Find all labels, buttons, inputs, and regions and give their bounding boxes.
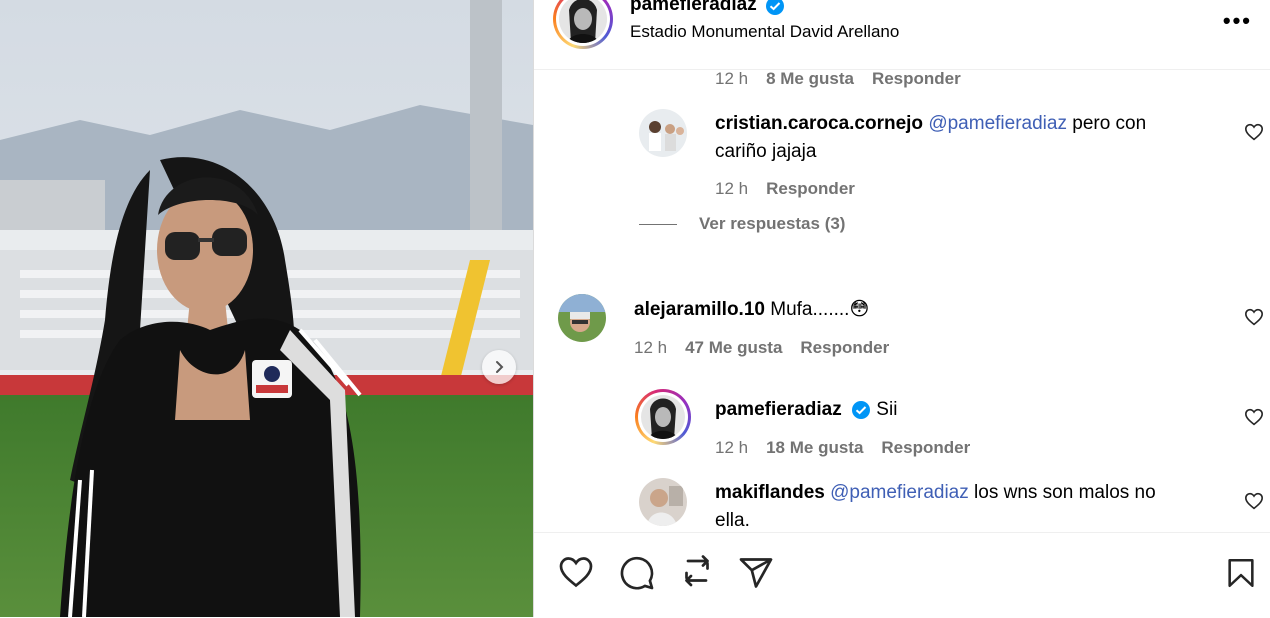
verified-badge-icon: [852, 400, 871, 419]
author-username[interactable]: pamefieradiaz: [630, 0, 757, 15]
post-photo: [0, 0, 533, 617]
comment-likes[interactable]: 8 Me gusta: [766, 69, 854, 89]
commenter-avatar: [641, 395, 685, 439]
reply-button[interactable]: Responder: [766, 179, 855, 199]
more-options-button[interactable]: •••: [1223, 8, 1252, 34]
comment-meta: 12 h 8 Me gusta Responder: [715, 69, 961, 89]
share-icon[interactable]: [738, 555, 774, 591]
commenter-avatar-ring[interactable]: [635, 389, 691, 445]
replies-divider-line: [639, 223, 677, 225]
flushed-emoji: 😳: [849, 299, 870, 320]
comment-time: 12 h: [634, 338, 668, 357]
chevron-right-icon: [496, 361, 504, 373]
repost-icon[interactable]: [679, 555, 715, 591]
reply-button[interactable]: Responder: [800, 338, 889, 358]
comment-time: 12 h: [715, 438, 749, 457]
like-comment-heart-icon[interactable]: [1244, 408, 1264, 426]
commenter-username[interactable]: cristian.caroca.cornejo: [715, 113, 923, 134]
comment-body: cristian.caroca.cornejo @pamefieradiaz p…: [715, 110, 1195, 166]
like-comment-heart-icon[interactable]: [1244, 492, 1264, 510]
comment-meta: 12 h Responder: [715, 179, 855, 199]
view-replies-label: Ver respuestas (3): [699, 214, 846, 233]
commenter-username[interactable]: makiflandes: [715, 482, 825, 503]
author-avatar-ring[interactable]: [553, 0, 613, 49]
like-comment-heart-icon[interactable]: [1244, 308, 1264, 326]
author-name-row: pamefieradiaz: [630, 0, 785, 16]
stadium-photo-image: [0, 0, 533, 617]
like-comment-heart-icon[interactable]: [1244, 123, 1264, 141]
post-header: pamefieradiaz Estadio Monumental David A…: [534, 0, 1270, 70]
comment-body: makiflandes @pamefieradiaz los wns son m…: [715, 479, 1195, 535]
mention-link[interactable]: @pamefieradiaz: [830, 482, 969, 503]
comment-text: Mufa.......: [770, 299, 850, 320]
commenter-avatar[interactable]: [558, 294, 606, 342]
commenter-username[interactable]: pamefieradiaz: [715, 399, 842, 420]
commenter-avatar[interactable]: [639, 478, 687, 526]
verified-badge-icon: [766, 0, 785, 15]
post-location[interactable]: Estadio Monumental David Arellano: [630, 22, 899, 42]
bookmark-icon[interactable]: [1224, 555, 1258, 591]
comment-text: Sii: [876, 399, 898, 420]
commenter-username[interactable]: alejaramillo.10: [634, 299, 765, 320]
mention-link[interactable]: @pamefieradiaz: [928, 113, 1067, 134]
comment-meta: 12 h 47 Me gusta Responder: [634, 338, 889, 358]
comment-time: 12 h: [715, 179, 749, 198]
view-replies-button[interactable]: Ver respuestas (3): [639, 214, 845, 234]
comment-meta: 12 h 18 Me gusta Responder: [715, 438, 970, 458]
comment-time: 12 h: [715, 69, 749, 88]
reply-button[interactable]: Responder: [881, 438, 970, 458]
comment-icon[interactable]: [619, 555, 655, 591]
post-actions-bar: [534, 532, 1270, 618]
comment-body: pamefieradiaz Sii: [715, 396, 1195, 424]
reply-button[interactable]: Responder: [872, 69, 961, 89]
commenter-avatar[interactable]: [639, 109, 687, 157]
next-photo-button[interactable]: [482, 350, 516, 384]
comment-body: alejaramillo.10 Mufa.......😳: [634, 296, 1194, 324]
comment-likes[interactable]: 47 Me gusta: [685, 338, 782, 358]
heart-icon[interactable]: [558, 555, 594, 589]
comments-panel: pamefieradiaz Estadio Monumental David A…: [533, 0, 1270, 617]
comment-likes[interactable]: 18 Me gusta: [766, 438, 863, 458]
